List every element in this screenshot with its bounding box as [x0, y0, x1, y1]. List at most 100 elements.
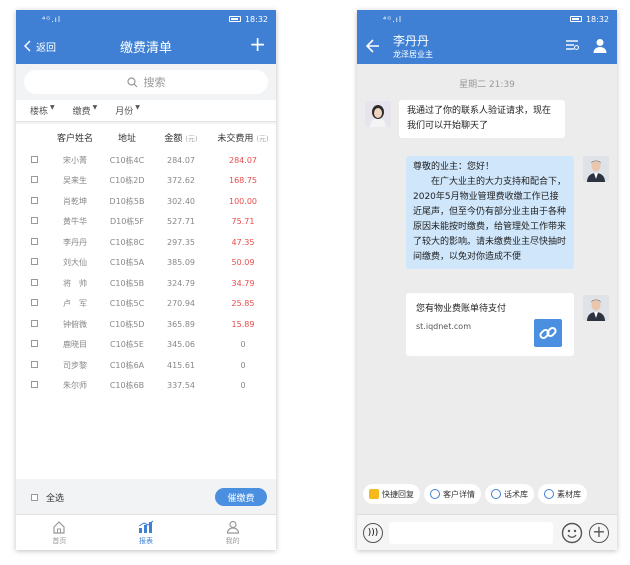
- row-checkbox[interactable]: [31, 299, 38, 307]
- table-row[interactable]: 将 帅 C10栋5B 324.79 34.79: [16, 273, 276, 294]
- row-address: C10栋5B: [109, 278, 145, 288]
- table-row[interactable]: 宋小菁 C10栋4C 284.07 284.07: [16, 150, 276, 171]
- billing-table: 客户姓名 地址 金额 (元) 未交费用 (元) 宋小菁 C10栋4C 284.07 2…: [16, 124, 276, 479]
- my-avatar[interactable]: [583, 156, 609, 182]
- chat-timestamp: 星期二 21:39: [459, 80, 515, 90]
- row-amount: 365.89: [167, 319, 195, 329]
- row-checkbox-cell: [16, 360, 48, 370]
- home-icon: [53, 520, 65, 534]
- script-library-label: 话术库: [504, 489, 528, 499]
- row-name: 钟俯微: [63, 319, 87, 329]
- tab-me[interactable]: 我的: [189, 515, 276, 550]
- row-checkbox[interactable]: [31, 155, 38, 163]
- material-library-label: 素材库: [557, 489, 581, 499]
- table-row[interactable]: 钟俯微 C10栋5D 365.89 15.89: [16, 314, 276, 335]
- customer-detail-label: 客户详情: [443, 489, 475, 499]
- row-amount: 337.54: [167, 381, 195, 391]
- row-address: D10栋5B: [109, 196, 145, 206]
- header-amount-unit: (元): [185, 134, 198, 143]
- row-unpaid: 75.71: [231, 217, 255, 227]
- filter-building[interactable]: 楼栋 ▼: [30, 104, 55, 117]
- filter-building-label: 楼栋: [30, 107, 49, 117]
- row-amount: 302.40: [167, 196, 195, 206]
- row-checkbox[interactable]: [31, 319, 38, 327]
- search-area: 搜索: [16, 64, 276, 100]
- row-checkbox[interactable]: [31, 340, 38, 348]
- contact-profile-icon[interactable]: [593, 38, 607, 53]
- row-unpaid: 284.07: [229, 155, 257, 165]
- row-checkbox-cell: [16, 319, 48, 329]
- row-unpaid: 34.79: [231, 278, 255, 288]
- tab-home[interactable]: 首页: [16, 515, 103, 550]
- row-checkbox-cell: [16, 258, 48, 267]
- row-checkbox[interactable]: [31, 258, 38, 266]
- table-row[interactable]: 吴来生 C10栋2D 372.62 168.75: [16, 171, 276, 192]
- table-row[interactable]: 司步黎 C10栋6A 415.61 0: [16, 355, 276, 376]
- row-checkbox[interactable]: [31, 381, 38, 389]
- customer-detail-chip[interactable]: 客户详情: [424, 484, 481, 504]
- bill-link-card[interactable]: 您有物业费账单待支付 st.iqdnet.com: [406, 293, 574, 356]
- row-address: C10栋6A: [109, 360, 145, 370]
- back-label: 返回: [36, 42, 56, 54]
- row-name: 卢 军: [63, 299, 87, 309]
- material-library-chip[interactable]: 素材库: [538, 484, 587, 504]
- table-row[interactable]: 肖乾坤 D10栋5B 302.40 100.00: [16, 191, 276, 212]
- table-row[interactable]: 黄牛华 D10栋5F 527.71 75.71: [16, 212, 276, 233]
- chevron-left-icon: [24, 40, 31, 52]
- caret-down-icon: ▼: [50, 104, 55, 111]
- plus-icon[interactable]: +: [589, 523, 609, 543]
- row-unpaid: 50.09: [231, 258, 255, 268]
- row-checkbox-cell: [16, 217, 48, 226]
- outgoing-body: 在广大业主的大力支持和配合下，2020年5月物业管理费收缴工作已接近尾声，但至今…: [413, 177, 567, 262]
- quick-actions: 快捷回复 客户详情 话术库 素材库: [357, 484, 617, 510]
- row-name: 吴来生: [63, 176, 87, 186]
- remind-payment-button[interactable]: 催缴费: [215, 488, 267, 506]
- chart-icon: [138, 520, 154, 533]
- chat-input-bar: ))) +: [357, 514, 617, 550]
- header-amount: 金额 (元): [152, 131, 210, 144]
- menu-icon[interactable]: [565, 39, 579, 51]
- signal-icon: ⁴ᴳ.ıl: [42, 14, 62, 24]
- table-row[interactable]: 朱尔师 C10栋6B 337.54 0: [16, 376, 276, 397]
- row-checkbox[interactable]: [31, 217, 38, 225]
- row-checkbox-cell: [16, 340, 48, 349]
- quick-reply-chip[interactable]: 快捷回复: [363, 484, 420, 504]
- row-checkbox[interactable]: [31, 176, 38, 184]
- add-icon[interactable]: +: [249, 34, 266, 54]
- row-checkbox-cell: [16, 299, 48, 308]
- man-avatar-icon: [583, 295, 609, 321]
- contact-avatar[interactable]: [365, 101, 391, 127]
- tab-report[interactable]: 报表: [103, 515, 190, 550]
- select-all-bar: 全选 催缴费: [16, 483, 276, 511]
- table-row[interactable]: 卢 军 C10栋5C 270.94 25.85: [16, 294, 276, 315]
- row-address: C10栋5C: [109, 299, 145, 309]
- my-avatar[interactable]: [583, 295, 609, 321]
- script-library-chip[interactable]: 话术库: [485, 484, 534, 504]
- header-name: 客户姓名: [56, 133, 93, 144]
- table-body: 宋小菁 C10栋4C 284.07 284.07 吴来生 C10栋2D 372.62 168.…: [16, 150, 276, 396]
- voice-icon[interactable]: ))): [363, 523, 383, 543]
- back-button[interactable]: 返回: [24, 28, 56, 64]
- table-row[interactable]: 刘大仙 C10栋5A 385.09 50.09: [16, 253, 276, 274]
- table-row[interactable]: 李丹丹 C10栋8C 297.35 47.35: [16, 232, 276, 253]
- filter-payment[interactable]: 缴费 ▼: [73, 104, 98, 117]
- select-all-label: 全选: [46, 493, 65, 504]
- arrow-left-icon[interactable]: [366, 39, 380, 53]
- filter-month[interactable]: 月份 ▼: [115, 104, 140, 117]
- row-checkbox[interactable]: [31, 237, 38, 245]
- select-all-checkbox[interactable]: [31, 493, 38, 501]
- row-amount: 385.09: [167, 258, 195, 268]
- link-icon: [534, 319, 562, 347]
- search-placeholder: 搜索: [143, 76, 166, 89]
- row-checkbox[interactable]: [31, 360, 38, 368]
- search-icon: [126, 76, 137, 87]
- row-checkbox[interactable]: [31, 278, 38, 286]
- row-unpaid: 25.85: [231, 299, 255, 309]
- message-input[interactable]: [389, 522, 553, 544]
- search-input[interactable]: 搜索: [24, 70, 268, 94]
- row-checkbox[interactable]: [31, 196, 38, 204]
- table-row[interactable]: 鹿晓目 C10栋5E 345.06 0: [16, 335, 276, 356]
- row-amount: 270.94: [167, 299, 195, 309]
- man-avatar-icon: [583, 156, 609, 182]
- emoji-icon[interactable]: [561, 522, 583, 544]
